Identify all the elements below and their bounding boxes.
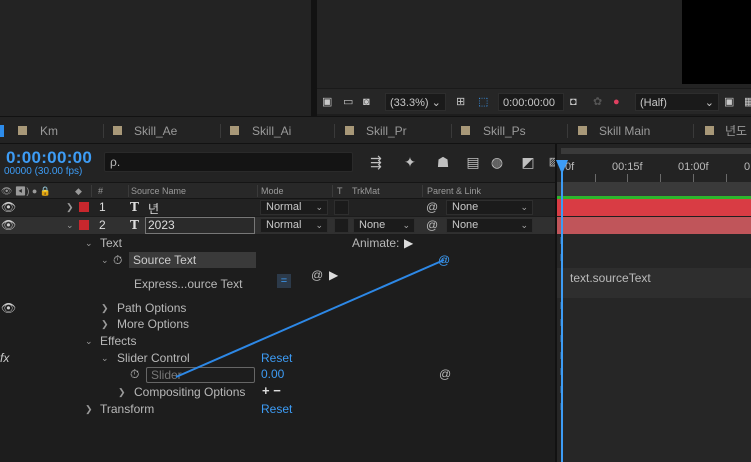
pick-whip-line: [175, 259, 445, 378]
pick-whip-connector: [175, 259, 445, 378]
